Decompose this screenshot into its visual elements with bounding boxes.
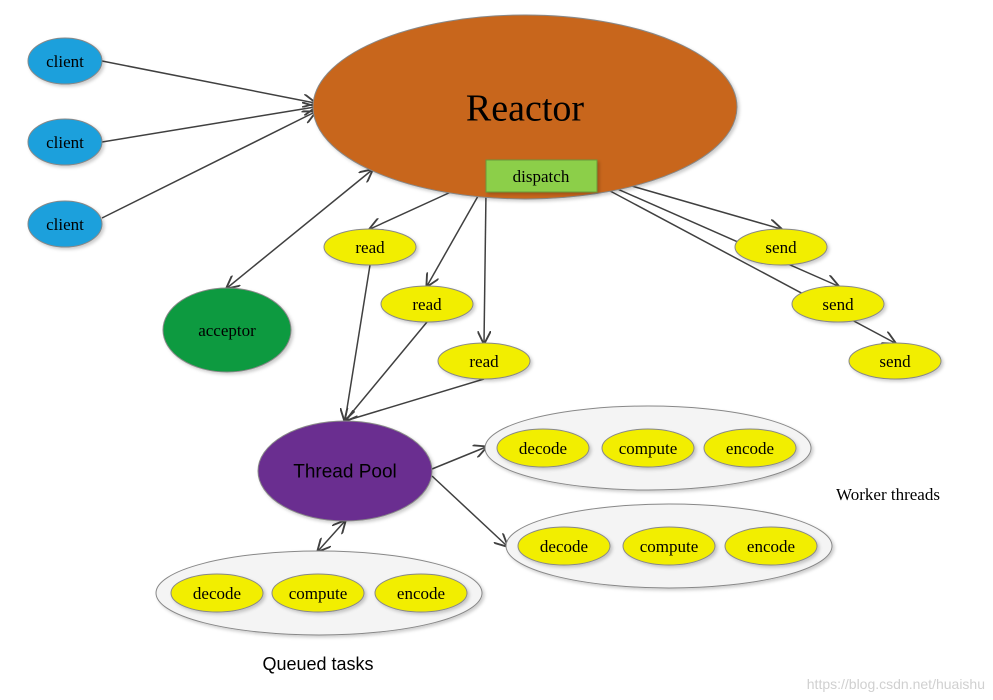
read-to-threadpool-arrow <box>345 321 428 421</box>
client-label: client <box>46 52 84 71</box>
task-encode-label: encode <box>397 584 445 603</box>
task-compute-label: compute <box>619 439 678 458</box>
task-compute-label: compute <box>289 584 348 603</box>
task-decode: decode <box>517 526 611 566</box>
send-label: send <box>765 238 797 257</box>
task-encode-label: encode <box>726 439 774 458</box>
task-decode: decode <box>496 428 590 468</box>
read-label: read <box>469 352 499 371</box>
reactor-diagram: Reactor dispatch client client client accepto… <box>0 0 993 700</box>
client-label: client <box>46 215 84 234</box>
task-encode-label: encode <box>747 537 795 556</box>
task-decode-label: decode <box>540 537 588 556</box>
client: client <box>27 37 103 85</box>
client: client <box>27 200 103 248</box>
client-to-reactor-arrow <box>101 60 315 103</box>
acceptor: acceptor <box>162 287 292 373</box>
read: read <box>323 228 417 266</box>
task-decode-label: decode <box>193 584 241 603</box>
task-compute-label: compute <box>640 537 699 556</box>
thread-pool: Thread Pool <box>257 420 433 522</box>
send-label: send <box>879 352 911 371</box>
watermark: https://blog.csdn.net/huaishu <box>807 676 985 692</box>
reactor-label: Reactor <box>466 87 585 129</box>
dispatch-to-read-arrow <box>427 181 487 286</box>
task-encode: encode <box>724 526 818 566</box>
task-decode: decode <box>170 573 264 613</box>
read-label: read <box>355 238 385 257</box>
acceptor-label: acceptor <box>198 321 256 340</box>
threadpool-to-worker-arrow <box>431 447 486 470</box>
task-decode-label: decode <box>519 439 567 458</box>
dispatch-to-read-arrow <box>484 191 486 343</box>
client-to-reactor-arrow <box>101 107 315 143</box>
task-compute: compute <box>622 526 716 566</box>
send: send <box>734 228 828 266</box>
read-to-threadpool-arrow <box>345 378 485 421</box>
read-to-threadpool-arrow <box>345 264 371 421</box>
client-label: client <box>46 133 84 152</box>
client: client <box>27 118 103 166</box>
send: send <box>848 342 942 380</box>
threadpool-to-worker-arrow <box>431 475 507 546</box>
queued-tasks-label: Queued tasks <box>262 654 373 674</box>
task-compute: compute <box>271 573 365 613</box>
read: read <box>437 342 531 380</box>
task-compute: compute <box>601 428 695 468</box>
send-label: send <box>822 295 854 314</box>
acceptor-reactor-arrow <box>227 170 372 288</box>
client-to-reactor-arrow <box>101 112 315 219</box>
send: send <box>791 285 885 323</box>
task-encode: encode <box>703 428 797 468</box>
dispatch-label: dispatch <box>513 167 570 186</box>
threadpool-queue-arrow <box>318 521 345 551</box>
thread-pool-label: Thread Pool <box>293 462 397 483</box>
read-label: read <box>412 295 442 314</box>
worker-threads-label: Worker threads <box>836 485 940 504</box>
task-encode: encode <box>374 573 468 613</box>
read: read <box>380 285 474 323</box>
dispatch: dispatch <box>485 159 598 193</box>
diagram-canvas: Reactor dispatch client client client accepto… <box>27 14 985 692</box>
